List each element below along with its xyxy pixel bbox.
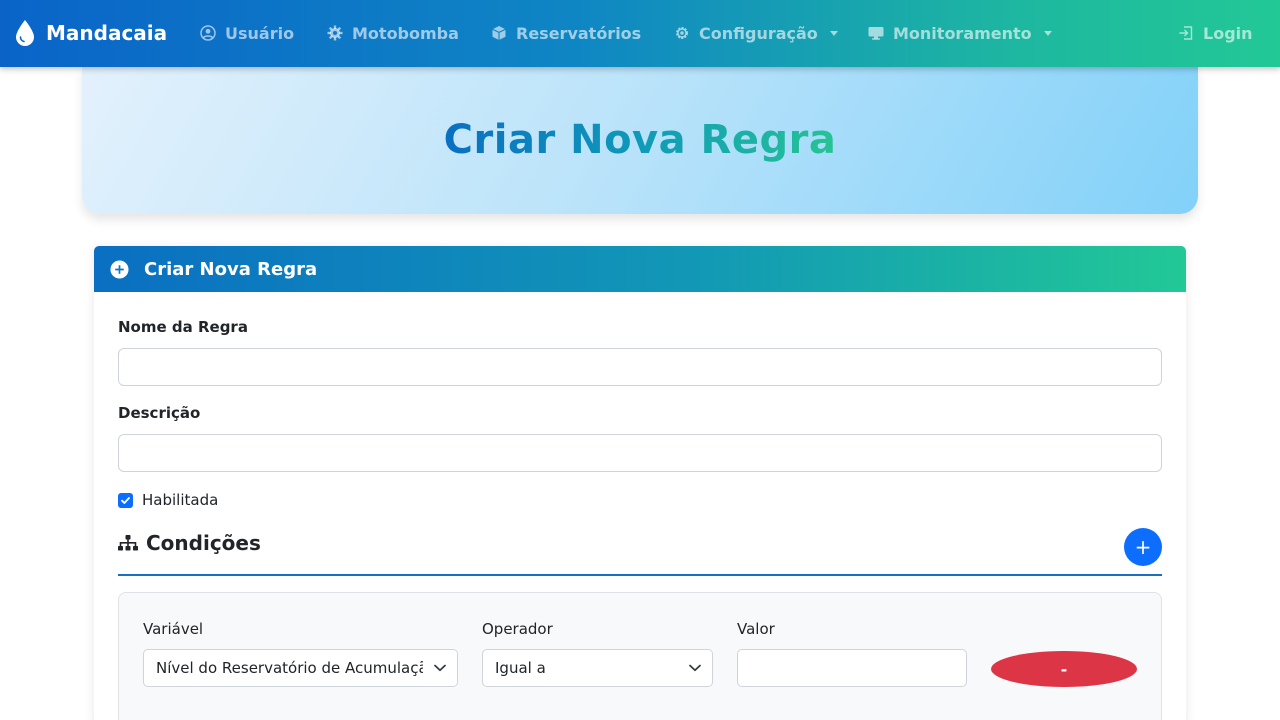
chevron-down-icon — [829, 30, 838, 36]
nav-item-configuracao[interactable]: Configuração — [674, 20, 838, 46]
card-header: Criar Nova Regra — [94, 246, 1186, 292]
nav-label-monitoramento: Monitoramento — [893, 23, 1032, 43]
operator-select-value: Igual a — [495, 659, 546, 677]
variable-select-value: Nível do Reservatório de Acumulação — [156, 659, 423, 677]
conditions-title: Condições — [146, 531, 261, 555]
login-label: Login — [1203, 23, 1253, 43]
rule-name-input[interactable] — [118, 348, 1162, 386]
operator-select[interactable]: Igual a — [482, 649, 713, 687]
nav-label-configuracao: Configuração — [699, 23, 818, 43]
chevron-down-icon — [1043, 30, 1052, 36]
enabled-checkbox[interactable] — [118, 492, 133, 508]
plus-circle-icon — [110, 259, 129, 279]
nav-item-reservatorios[interactable]: Reservatórios — [491, 20, 641, 46]
rule-name-label: Nome da Regra — [118, 318, 248, 336]
variable-select[interactable]: Nível do Reservatório de Acumulação — [143, 649, 458, 687]
brand-link[interactable]: Mandacaia — [14, 17, 167, 49]
enabled-label: Habilitada — [142, 491, 219, 509]
operator-label: Operador — [482, 620, 553, 638]
top-navbar: Mandacaia Usuário Motobomba Reservatório… — [0, 0, 1280, 67]
nav-label-reservatorios: Reservatórios — [516, 23, 642, 43]
gear-icon — [676, 27, 688, 39]
nav-label-motobomba: Motobomba — [352, 23, 459, 43]
condition-row: Variável Operador Valor Nível do Reserva… — [118, 592, 1162, 720]
cog-icon — [327, 25, 343, 41]
monitor-icon — [868, 27, 884, 40]
nav-item-monitoramento[interactable]: Monitoramento — [868, 20, 1052, 46]
value-input[interactable] — [737, 649, 967, 687]
section-divider — [118, 574, 1162, 576]
card-title: Criar Nova Regra — [144, 258, 318, 280]
page-hero: Criar Nova Regra — [82, 67, 1198, 214]
chevron-down-icon — [423, 650, 457, 686]
description-input[interactable] — [118, 434, 1162, 472]
checkmark-icon — [121, 496, 130, 504]
water-drop-icon — [16, 20, 34, 46]
conditions-heading: Condições — [118, 531, 261, 555]
user-circle-icon — [200, 25, 216, 41]
enabled-row: Habilitada — [118, 491, 218, 509]
cube-icon — [492, 26, 506, 40]
description-label: Descrição — [118, 404, 201, 422]
nav-item-usuario[interactable]: Usuário — [200, 20, 294, 46]
nav-item-motobomba[interactable]: Motobomba — [327, 20, 459, 46]
value-label: Valor — [737, 620, 775, 638]
login-icon — [1179, 26, 1193, 40]
login-link[interactable]: Login — [1178, 20, 1253, 46]
page-title: Criar Nova Regra — [443, 116, 837, 163]
remove-condition-button[interactable]: - — [991, 651, 1137, 687]
nav-label-usuario: Usuário — [225, 23, 295, 43]
variable-label: Variável — [143, 620, 204, 638]
add-condition-button[interactable]: + — [1124, 528, 1162, 566]
brand-name: Mandacaia — [46, 21, 168, 45]
sitemap-icon — [118, 535, 138, 551]
create-rule-card: Criar Nova Regra Nome da Regra Descrição… — [94, 246, 1186, 720]
chevron-down-icon — [678, 650, 712, 686]
